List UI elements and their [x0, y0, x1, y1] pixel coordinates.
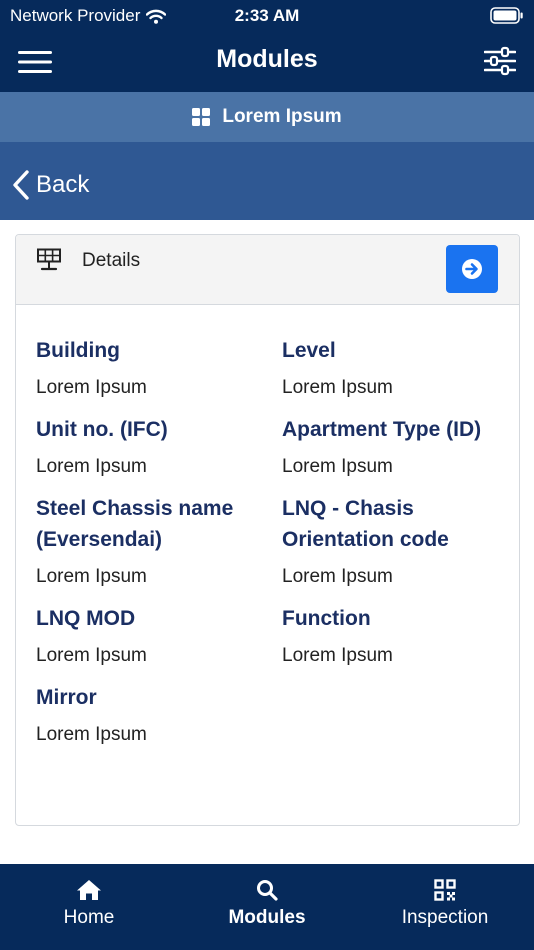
field-building: Building Lorem Ipsum: [36, 335, 282, 400]
sub-header-title: Lorem Ipsum: [222, 106, 342, 127]
page-title: Modules: [216, 45, 318, 73]
field-value: Lorem Ipsum: [282, 645, 393, 666]
field-value: Lorem Ipsum: [282, 456, 393, 477]
details-card-header: Details: [16, 235, 519, 305]
field-label: Apartment Type (ID): [282, 418, 482, 441]
field-label: LNQ MOD: [36, 607, 136, 630]
field-value: Lorem Ipsum: [36, 724, 147, 745]
grid-icon: [192, 108, 211, 126]
field-label: Level: [282, 339, 336, 362]
field-label: Building: [36, 339, 120, 362]
field-value: Lorem Ipsum: [282, 566, 393, 587]
field-value: Lorem Ipsum: [36, 456, 147, 477]
back-label: Back: [36, 171, 90, 198]
tab-home[interactable]: Home: [0, 864, 178, 950]
module-sub-header[interactable]: Lorem Ipsum: [0, 92, 534, 142]
field-function: Function Lorem Ipsum: [282, 603, 506, 668]
details-card: Details Building Lorem Ipsum Level Lorem…: [15, 234, 520, 826]
field-steel-chassis-name: Steel Chassis name (Eversendai) Lorem Ip…: [36, 493, 282, 589]
field-chassis-orientation-code: LNQ - Chasis Orientation code Lorem Ipsu…: [282, 493, 506, 589]
bottom-tab-bar: Home Modules Inspection: [0, 864, 534, 950]
field-value: Lorem Ipsum: [36, 566, 147, 587]
field-value: Lorem Ipsum: [282, 377, 393, 398]
details-fields: Building Lorem Ipsum Level Lorem Ipsum U…: [36, 335, 506, 747]
home-icon: [77, 880, 101, 900]
field-lnq-mod: LNQ MOD Lorem Ipsum: [36, 603, 282, 668]
chevron-left-icon: [13, 170, 29, 200]
field-level: Level Lorem Ipsum: [282, 335, 506, 400]
field-label: Steel Chassis name (Eversendai): [36, 497, 234, 551]
field-value: Lorem Ipsum: [36, 645, 147, 666]
field-apartment-type: Apartment Type (ID) Lorem Ipsum: [282, 414, 506, 479]
arrow-right-circle-icon: [462, 259, 482, 279]
qr-code-icon: [434, 879, 456, 901]
status-time: 2:33 AM: [234, 6, 300, 25]
field-mirror: Mirror Lorem Ipsum: [36, 682, 282, 747]
tab-inspection[interactable]: Inspection: [356, 864, 534, 950]
navigation-bar: Modules: [0, 32, 534, 92]
back-button[interactable]: Back: [12, 170, 89, 200]
field-label: Mirror: [36, 686, 97, 709]
field-unit-no: Unit no. (IFC) Lorem Ipsum: [36, 414, 282, 479]
solar-panel-icon: [37, 248, 61, 271]
tab-label: Inspection: [401, 907, 489, 928]
battery-icon: [490, 7, 523, 24]
field-label: LNQ - Chasis Orientation code: [282, 497, 449, 551]
back-bar: Back: [0, 142, 534, 220]
tab-label: Modules: [228, 907, 306, 928]
status-bar: Network Provider 2:33 AM: [0, 0, 534, 32]
tab-label: Home: [63, 907, 115, 928]
field-label: Unit no. (IFC): [36, 418, 168, 441]
card-title: Details: [82, 250, 141, 271]
field-label: Function: [282, 607, 371, 630]
field-value: Lorem Ipsum: [36, 377, 147, 398]
search-icon: [257, 880, 278, 901]
tab-modules[interactable]: Modules: [178, 864, 356, 950]
filter-sliders-icon[interactable]: [484, 46, 516, 76]
open-details-button[interactable]: [446, 245, 498, 293]
